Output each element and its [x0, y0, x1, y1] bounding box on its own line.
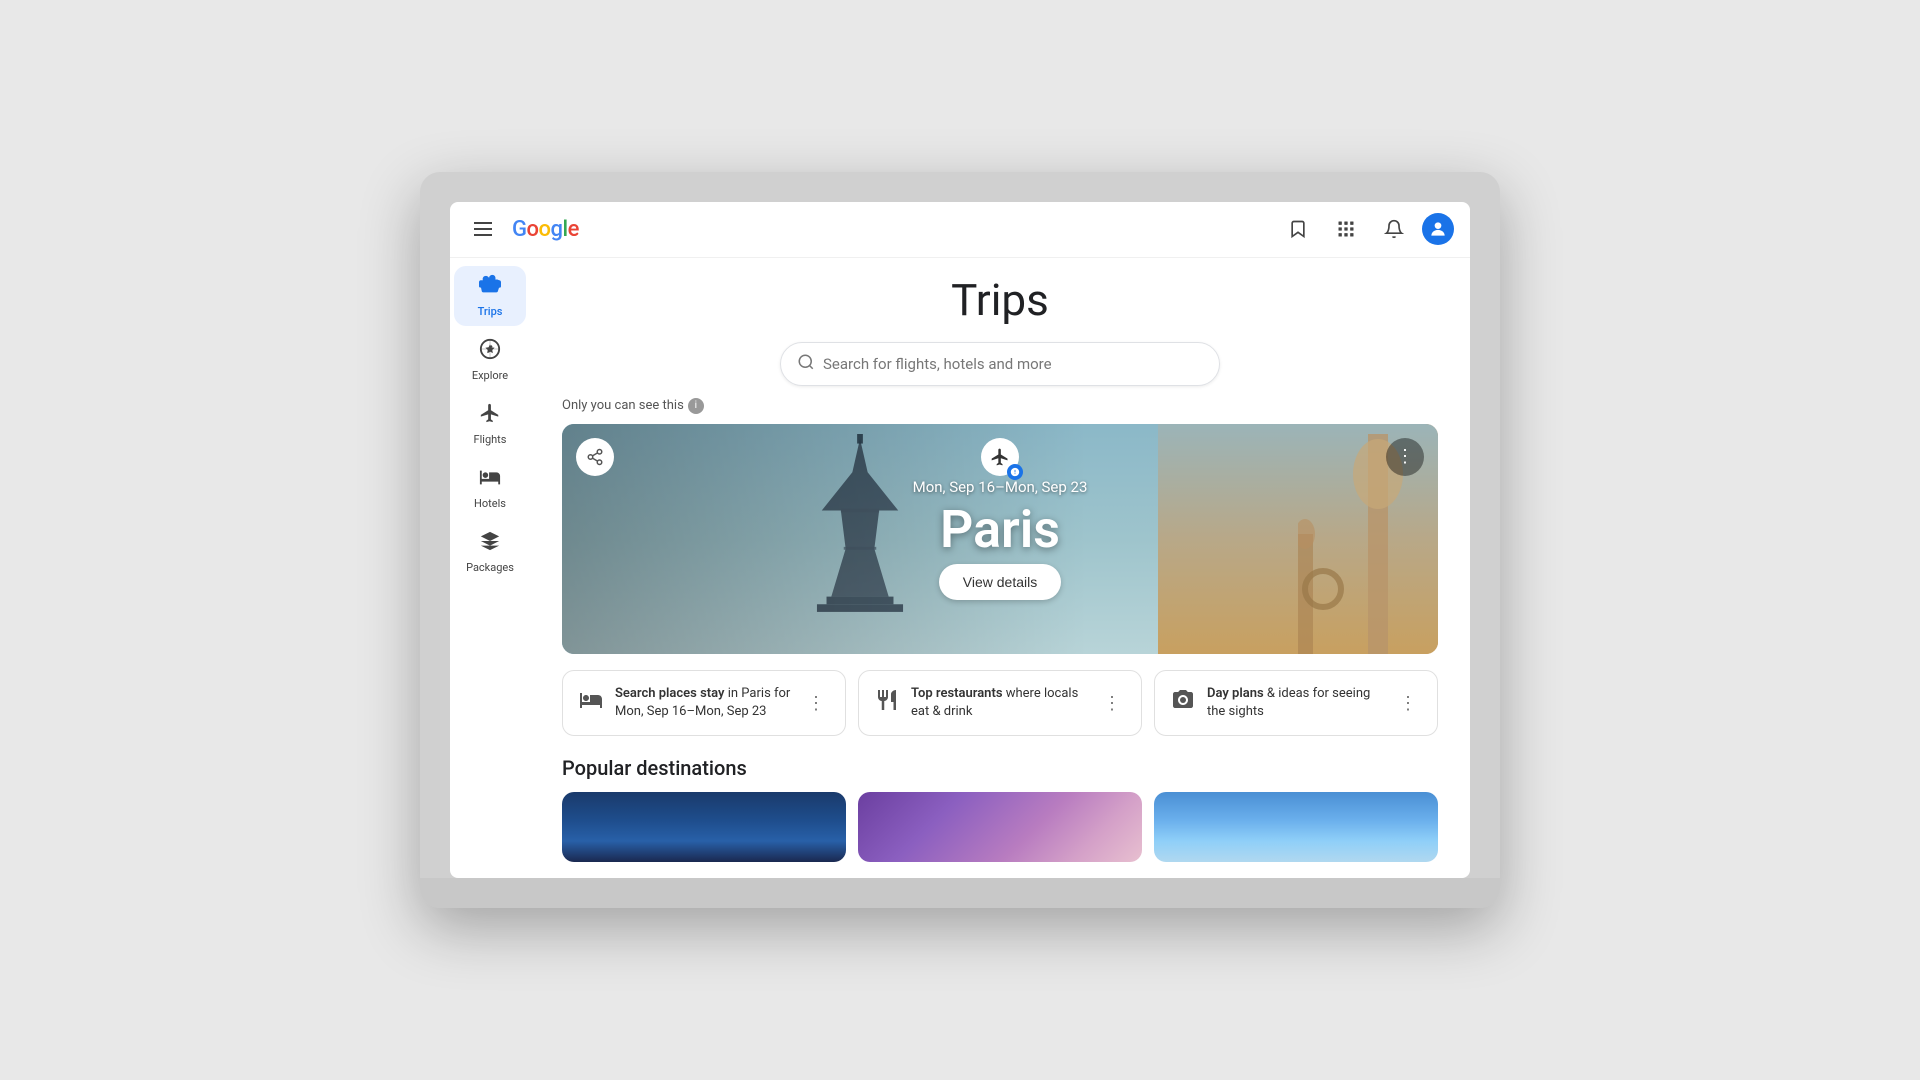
explore-icon: [479, 338, 501, 365]
notifications-icon-button[interactable]: [1374, 209, 1414, 249]
packages-icon: [479, 530, 501, 557]
page-title: Trips: [562, 274, 1438, 326]
places-stay-text: Search places stay in Paris for Mon, Sep…: [615, 685, 791, 721]
hotels-icon: [479, 466, 501, 493]
info-icon[interactable]: i: [688, 398, 704, 414]
sidebar-item-flights[interactable]: Flights: [454, 394, 526, 454]
trip-card: ⋮ Mon, Sep 16–Mon, Sep 23 Paris View det…: [562, 424, 1438, 654]
trip-city: Paris: [940, 504, 1060, 556]
quick-actions: Search places stay in Paris for Mon, Sep…: [562, 670, 1438, 736]
flights-icon: [479, 402, 501, 429]
sidebar-item-trips[interactable]: Trips: [454, 266, 526, 326]
search-bar[interactable]: Search for flights, hotels and more: [780, 342, 1220, 386]
top-bar-right: [1278, 209, 1454, 249]
search-placeholder: Search for flights, hotels and more: [823, 355, 1052, 373]
trip-card-content: Mon, Sep 16–Mon, Sep 23 Paris View detai…: [562, 424, 1438, 654]
restaurants-text: Top restaurants where locals eat & drink: [911, 685, 1087, 721]
content-area: Trips Search for flights, hotels and mor…: [530, 258, 1470, 878]
camera-icon: [1171, 688, 1195, 718]
google-logo: Google: [512, 217, 579, 242]
destinations-grid: [562, 792, 1438, 862]
sidebar-flights-label: Flights: [474, 433, 507, 446]
apps-icon-button[interactable]: [1326, 209, 1366, 249]
places-stay-bold: Search places stay: [615, 686, 725, 701]
destination-card-2[interactable]: [858, 792, 1142, 862]
day-plans-more-button[interactable]: ⋮: [1395, 689, 1421, 718]
top-bar: Google: [450, 202, 1470, 258]
bookmark-icon-button[interactable]: [1278, 209, 1318, 249]
day-plans-text: Day plans & ideas for seeing the sights: [1207, 685, 1383, 721]
search-icon: [797, 353, 815, 375]
sidebar: Trips Exp: [450, 258, 530, 878]
sidebar-hotels-label: Hotels: [474, 497, 506, 510]
sidebar-item-explore[interactable]: Explore: [454, 330, 526, 390]
sidebar-packages-label: Packages: [466, 561, 514, 574]
sidebar-explore-label: Explore: [472, 369, 508, 382]
restaurants-bold: Top restaurants: [911, 686, 1003, 701]
sidebar-trips-label: Trips: [478, 305, 503, 318]
day-plans-card[interactable]: Day plans & ideas for seeing the sights …: [1154, 670, 1438, 736]
destination-card-1[interactable]: [562, 792, 846, 862]
popular-destinations-section: Popular destinations: [562, 756, 1438, 862]
popular-destinations-title: Popular destinations: [562, 756, 1438, 780]
day-plans-bold: Day plans: [1207, 686, 1264, 701]
avatar[interactable]: [1422, 213, 1454, 245]
restaurants-more-button[interactable]: ⋮: [1099, 689, 1125, 718]
places-stay-card[interactable]: Search places stay in Paris for Mon, Sep…: [562, 670, 846, 736]
main-layout: Trips Exp: [450, 258, 1470, 878]
restaurants-card[interactable]: Top restaurants where locals eat & drink…: [858, 670, 1142, 736]
bed-icon: [579, 688, 603, 718]
privacy-notice: Only you can see this i: [562, 398, 1438, 414]
laptop-base: [420, 878, 1500, 908]
fork-knife-icon: [875, 688, 899, 718]
places-stay-more-button[interactable]: ⋮: [803, 689, 829, 718]
sidebar-item-hotels[interactable]: Hotels: [454, 458, 526, 518]
trip-dates: Mon, Sep 16–Mon, Sep 23: [913, 478, 1088, 496]
top-bar-left: Google: [466, 214, 579, 244]
destination-card-3[interactable]: [1154, 792, 1438, 862]
hamburger-menu-button[interactable]: [466, 214, 500, 244]
privacy-text: Only you can see this: [562, 398, 684, 413]
trips-icon: [479, 274, 501, 301]
view-details-button[interactable]: View details: [939, 564, 1061, 600]
sidebar-item-packages[interactable]: Packages: [454, 522, 526, 582]
